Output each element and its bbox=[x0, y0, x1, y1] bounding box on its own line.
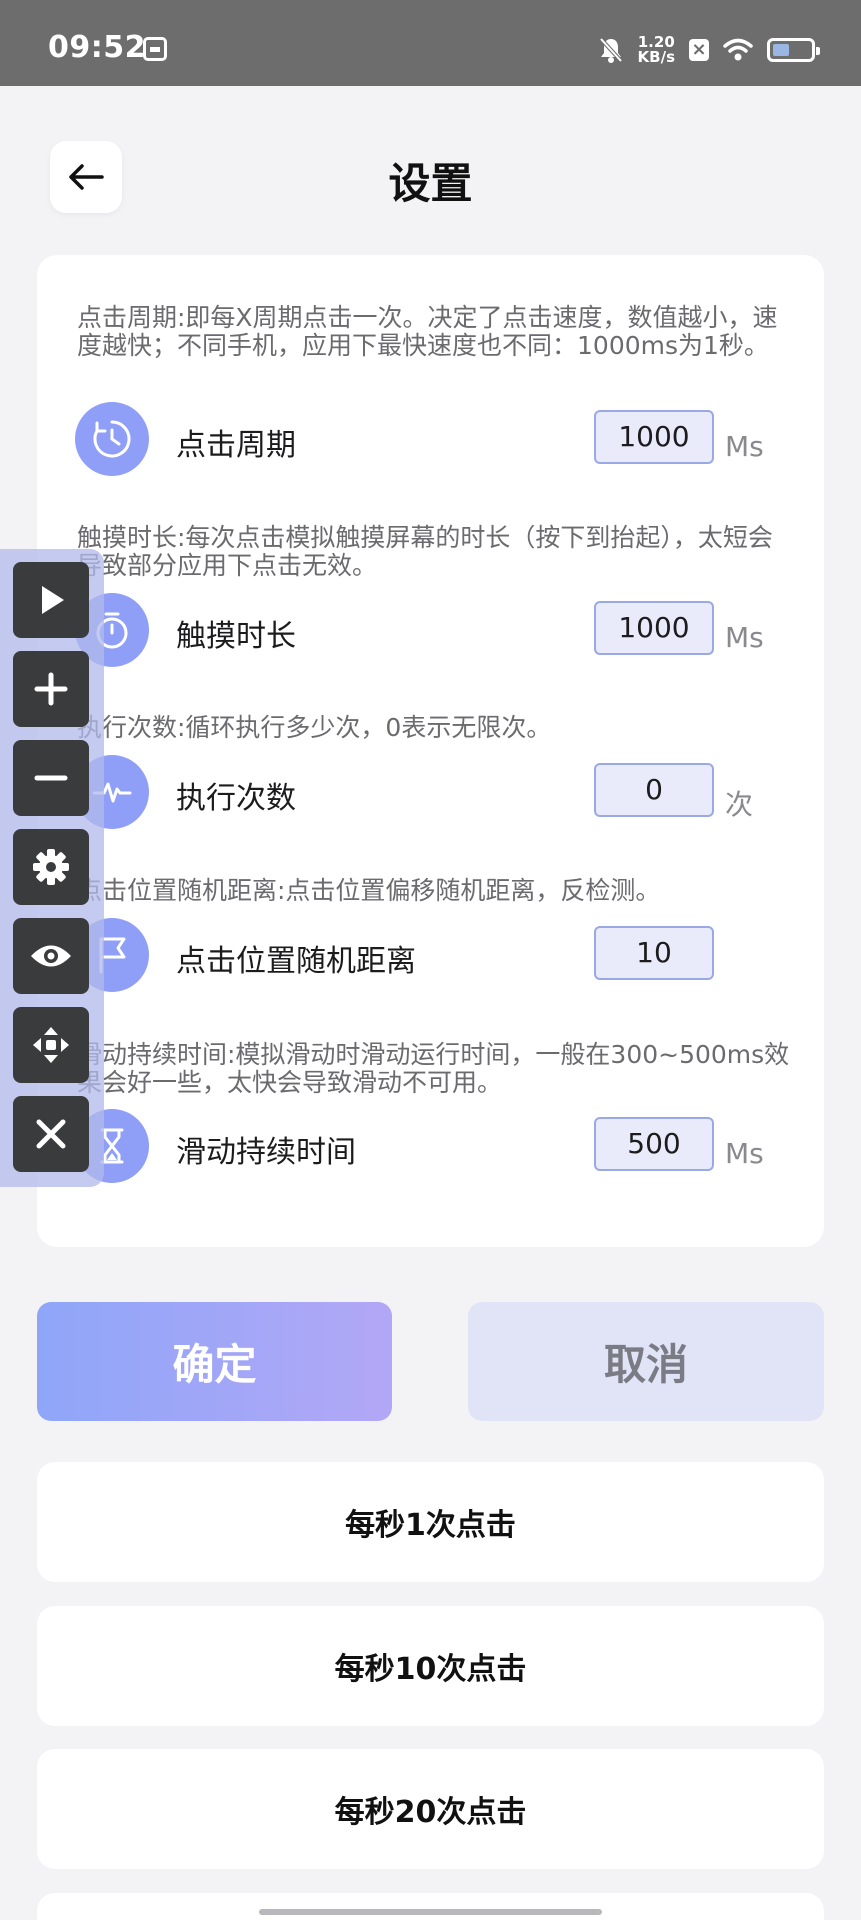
gear-icon bbox=[33, 849, 69, 885]
plus-icon bbox=[34, 672, 68, 706]
cancel-button[interactable]: 取消 bbox=[468, 1302, 824, 1421]
move-button[interactable] bbox=[13, 1007, 89, 1083]
setting-row-swipe-duration: 滑动持续时间 500 Ms bbox=[75, 1109, 775, 1185]
close-icon bbox=[36, 1119, 66, 1149]
preset-partial-button[interactable] bbox=[37, 1893, 824, 1920]
setting-label: 触摸时长 bbox=[176, 619, 296, 654]
net-speed-unit: KB/s bbox=[637, 48, 675, 66]
wifi-icon bbox=[723, 38, 753, 62]
preset-1-per-second-button[interactable]: 每秒1次点击 bbox=[37, 1462, 824, 1582]
setting-label: 滑动持续时间 bbox=[176, 1135, 356, 1170]
confirm-button[interactable]: 确定 bbox=[37, 1302, 392, 1421]
setting-unit: 次 bbox=[725, 788, 754, 821]
move-icon bbox=[33, 1027, 69, 1063]
settings-button[interactable] bbox=[13, 829, 89, 905]
execution-count-input[interactable]: 0 bbox=[594, 763, 714, 817]
status-icons: 1.20 KB/s × bbox=[598, 30, 820, 70]
home-indicator[interactable] bbox=[259, 1909, 602, 1915]
click-period-input[interactable]: 1000 bbox=[594, 410, 714, 464]
play-button[interactable] bbox=[13, 562, 89, 638]
close-toolbar-button[interactable] bbox=[13, 1096, 89, 1172]
x-badge-icon: × bbox=[689, 39, 709, 61]
setting-row-execution-count: 执行次数 0 次 bbox=[75, 755, 775, 831]
setting-unit: Ms bbox=[725, 430, 764, 463]
battery-level bbox=[773, 44, 789, 56]
battery-icon bbox=[767, 38, 820, 62]
clock-cycle-icon bbox=[75, 402, 149, 476]
setting-row-touch-duration: 触摸时长 1000 Ms bbox=[75, 593, 775, 669]
preset-10-per-second-button[interactable]: 每秒10次点击 bbox=[37, 1606, 824, 1726]
floating-toolbar bbox=[0, 549, 104, 1187]
setting-description: 滑动持续时间:模拟滑动时滑动运行时间，一般在300~500ms效果会好一些，太快… bbox=[77, 1040, 790, 1097]
setting-description: 点击周期:即每X周期点击一次。决定了点击速度，数值越小，速度越快；不同手机，应用… bbox=[77, 303, 778, 360]
setting-row-click-period: 点击周期 1000 Ms bbox=[75, 402, 775, 478]
setting-label: 点击位置随机距离 bbox=[176, 944, 416, 979]
setting-description: 执行次数:循环执行多少次，0表示无限次。 bbox=[77, 713, 552, 742]
status-bar: 09:52 1.20 KB/s × bbox=[0, 0, 861, 86]
setting-description: 点击位置随机距离:点击位置偏移随机距离，反检测。 bbox=[77, 876, 661, 905]
eye-icon bbox=[31, 945, 71, 967]
setting-label: 点击周期 bbox=[176, 428, 296, 463]
preset-20-per-second-button[interactable]: 每秒20次点击 bbox=[37, 1749, 824, 1869]
play-icon bbox=[42, 586, 64, 614]
visibility-button[interactable] bbox=[13, 918, 89, 994]
touch-duration-input[interactable]: 1000 bbox=[594, 601, 714, 655]
bell-off-icon bbox=[598, 36, 624, 64]
page-title: 设置 bbox=[388, 159, 473, 208]
setting-description: 触摸时长:每次点击模拟触摸屏幕的时长（按下到抬起），太短会导致部分应用下点击无效… bbox=[77, 523, 773, 580]
status-time: 09:52 bbox=[48, 30, 146, 65]
calendar-icon bbox=[143, 37, 167, 61]
setting-unit: Ms bbox=[725, 1137, 764, 1170]
setting-label: 执行次数 bbox=[176, 781, 296, 816]
swipe-duration-input[interactable]: 500 bbox=[594, 1117, 714, 1171]
minus-icon bbox=[34, 775, 68, 781]
setting-unit: Ms bbox=[725, 621, 764, 654]
setting-row-random-distance: 点击位置随机距离 10 bbox=[75, 918, 775, 994]
remove-point-button[interactable] bbox=[13, 740, 89, 816]
add-point-button[interactable] bbox=[13, 651, 89, 727]
settings-card: 点击周期:即每X周期点击一次。决定了点击速度，数值越小，速度越快；不同手机，应用… bbox=[37, 255, 824, 1247]
random-distance-input[interactable]: 10 bbox=[594, 926, 714, 980]
net-speed: 1.20 KB/s bbox=[638, 35, 675, 65]
